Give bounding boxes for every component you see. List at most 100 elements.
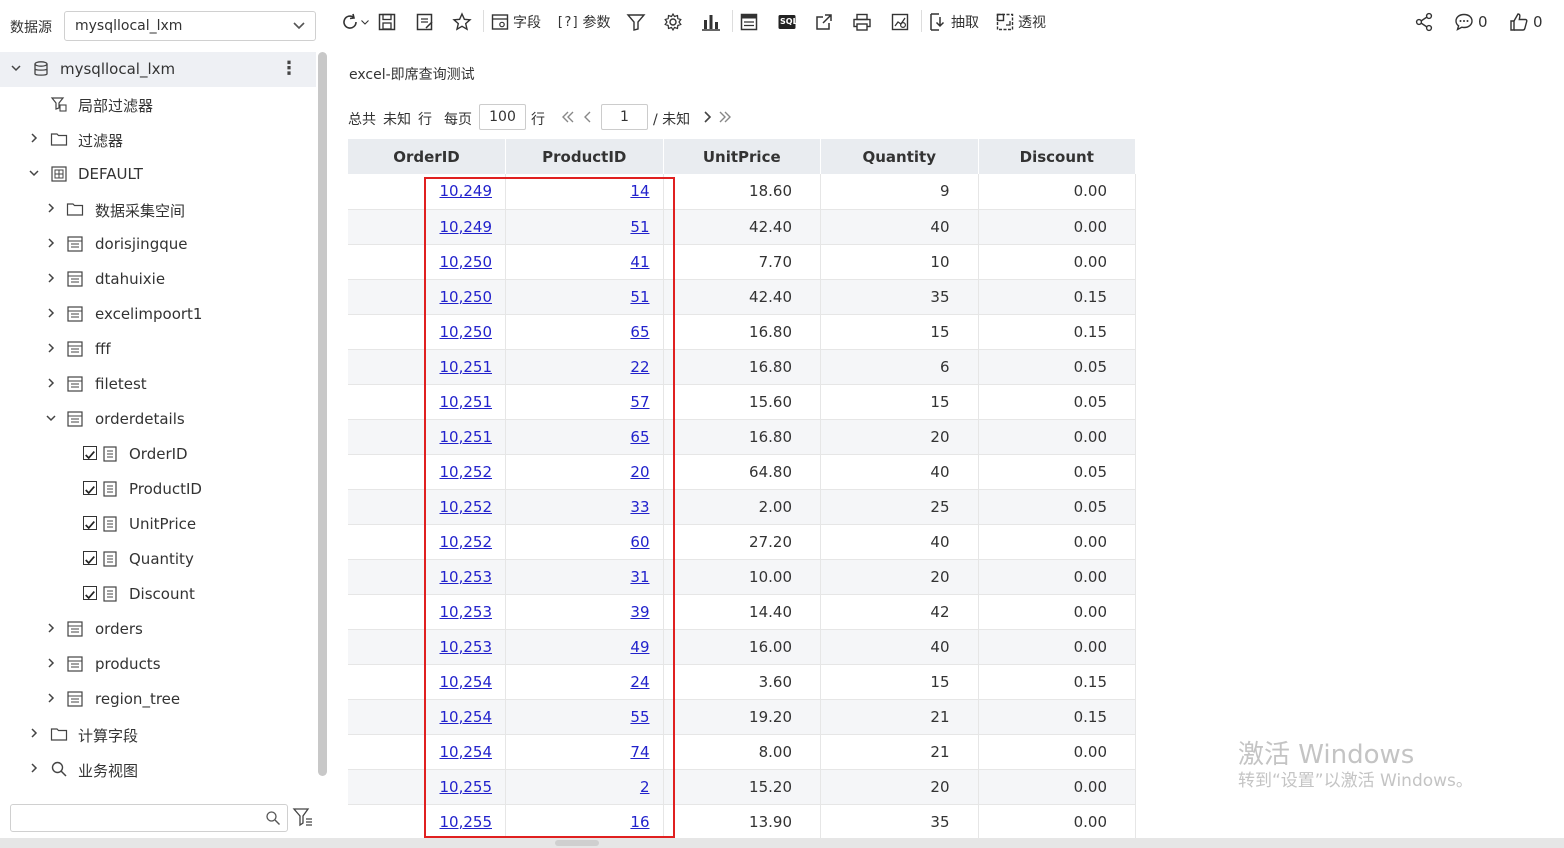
- column-header-orderid[interactable]: OrderID: [348, 139, 506, 174]
- more-vertical-icon[interactable]: ⋮: [280, 58, 298, 79]
- orderid-link[interactable]: 10,255: [440, 813, 493, 831]
- orderid-link[interactable]: 10,253: [440, 603, 493, 621]
- chevron-down-icon[interactable]: [28, 167, 40, 179]
- tree-item-table[interactable]: fff: [0, 332, 316, 367]
- chevron-right-icon[interactable]: [45, 202, 57, 214]
- field-checkbox[interactable]: [83, 516, 97, 530]
- tree-item-table[interactable]: dorisjingque: [0, 227, 316, 262]
- field-checkbox[interactable]: [83, 551, 97, 565]
- chevron-right-icon[interactable]: [45, 692, 57, 704]
- print-button[interactable]: [852, 10, 872, 34]
- tree-item-default-schema[interactable]: DEFAULT: [0, 157, 316, 192]
- productid-link[interactable]: 49: [630, 638, 649, 656]
- next-page-icon[interactable]: [700, 110, 714, 124]
- chevron-right-icon[interactable]: [45, 307, 57, 319]
- orderid-link[interactable]: 10,252: [440, 533, 493, 551]
- field-checkbox[interactable]: [83, 446, 97, 460]
- sql-button[interactable]: SQL: [777, 10, 798, 34]
- first-page-icon[interactable]: [561, 110, 575, 124]
- orderid-link[interactable]: 10,255: [440, 778, 493, 796]
- chevron-right-icon[interactable]: [45, 272, 57, 284]
- fields-button[interactable]: 字段: [490, 10, 541, 34]
- column-header-discount[interactable]: Discount: [978, 139, 1136, 174]
- search-icon[interactable]: [265, 810, 281, 826]
- orderid-link[interactable]: 10,250: [440, 253, 493, 271]
- column-header-quantity[interactable]: Quantity: [820, 139, 979, 174]
- productid-link[interactable]: 14: [630, 182, 649, 200]
- chevron-down-icon[interactable]: [45, 412, 57, 424]
- productid-link[interactable]: 24: [630, 673, 649, 691]
- chevron-down-icon[interactable]: [10, 62, 22, 74]
- export-button[interactable]: [814, 10, 834, 34]
- like-button[interactable]: 0: [1509, 11, 1543, 33]
- tree-item-filters[interactable]: 过滤器: [0, 122, 316, 157]
- orderid-link[interactable]: 10,251: [440, 428, 493, 446]
- productid-link[interactable]: 16: [630, 813, 649, 831]
- productid-link[interactable]: 22: [630, 358, 649, 376]
- orderid-link[interactable]: 10,254: [440, 708, 493, 726]
- per-page-input[interactable]: 100: [479, 104, 526, 130]
- image-export-button[interactable]: [890, 10, 910, 34]
- share-button[interactable]: [1414, 11, 1434, 33]
- orderid-link[interactable]: 10,250: [440, 323, 493, 341]
- pivot-button[interactable]: 透视: [995, 10, 1046, 34]
- productid-link[interactable]: 39: [630, 603, 649, 621]
- tree-field-item[interactable]: ProductID: [0, 472, 316, 507]
- productid-link[interactable]: 51: [630, 218, 649, 236]
- tree-item-calc-fields[interactable]: 计算字段: [0, 717, 316, 752]
- column-header-unitprice[interactable]: UnitPrice: [663, 139, 821, 174]
- productid-link[interactable]: 60: [630, 533, 649, 551]
- field-checkbox[interactable]: [83, 586, 97, 600]
- orderid-link[interactable]: 10,251: [440, 358, 493, 376]
- tree-item-folder[interactable]: 数据采集空间: [0, 192, 316, 227]
- orderid-link[interactable]: 10,251: [440, 393, 493, 411]
- orderid-link[interactable]: 10,253: [440, 568, 493, 586]
- productid-link[interactable]: 65: [630, 323, 649, 341]
- tree-item-table-expanded[interactable]: orderdetails: [0, 402, 316, 437]
- orderid-link[interactable]: 10,252: [440, 498, 493, 516]
- orderid-link[interactable]: 10,252: [440, 463, 493, 481]
- horizontal-scrollbar[interactable]: [0, 838, 1564, 848]
- productid-link[interactable]: 41: [630, 253, 649, 271]
- tree-field-item[interactable]: Quantity: [0, 542, 316, 577]
- current-page-input[interactable]: 1: [601, 104, 648, 130]
- orderid-link[interactable]: 10,250: [440, 288, 493, 306]
- chevron-right-icon[interactable]: [28, 132, 40, 144]
- tree-root-node[interactable]: mysqllocal_lxm ⋮: [0, 52, 316, 87]
- filter-button[interactable]: [626, 10, 646, 34]
- chevron-right-icon[interactable]: [28, 727, 40, 739]
- tree-item-local-filter[interactable]: 局部过滤器: [0, 87, 316, 122]
- tree-item-table[interactable]: orders: [0, 612, 316, 647]
- productid-link[interactable]: 20: [630, 463, 649, 481]
- orderid-link[interactable]: 10,249: [440, 182, 493, 200]
- save-as-button[interactable]: [415, 10, 435, 34]
- orderid-link[interactable]: 10,254: [440, 673, 493, 691]
- chevron-right-icon[interactable]: [45, 342, 57, 354]
- orderid-link[interactable]: 10,254: [440, 743, 493, 761]
- settings-button[interactable]: [663, 10, 683, 34]
- save-button[interactable]: [377, 10, 397, 34]
- orderid-link[interactable]: 10,253: [440, 638, 493, 656]
- tree-item-table[interactable]: excelimpoort1: [0, 297, 316, 332]
- productid-link[interactable]: 55: [630, 708, 649, 726]
- productid-link[interactable]: 57: [630, 393, 649, 411]
- comments-button[interactable]: 0: [1454, 11, 1488, 33]
- productid-link[interactable]: 65: [630, 428, 649, 446]
- datasource-select[interactable]: mysqllocal_lxm: [64, 11, 316, 41]
- chevron-right-icon[interactable]: [28, 762, 40, 774]
- chevron-right-icon[interactable]: [45, 237, 57, 249]
- table-view-button[interactable]: [739, 10, 759, 34]
- chart-button[interactable]: [701, 10, 721, 34]
- column-header-productid[interactable]: ProductID: [505, 139, 664, 174]
- chevron-right-icon[interactable]: [45, 377, 57, 389]
- tree-item-table[interactable]: filetest: [0, 367, 316, 402]
- orderid-link[interactable]: 10,249: [440, 218, 493, 236]
- params-button[interactable]: [?] 参数: [556, 10, 610, 34]
- favorite-button[interactable]: [452, 10, 472, 34]
- scrollbar-thumb[interactable]: [555, 840, 599, 846]
- productid-link[interactable]: 74: [630, 743, 649, 761]
- chevron-right-icon[interactable]: [45, 657, 57, 669]
- productid-link[interactable]: 31: [630, 568, 649, 586]
- chevron-right-icon[interactable]: [45, 622, 57, 634]
- tree-item-business-view[interactable]: 业务视图: [0, 752, 316, 787]
